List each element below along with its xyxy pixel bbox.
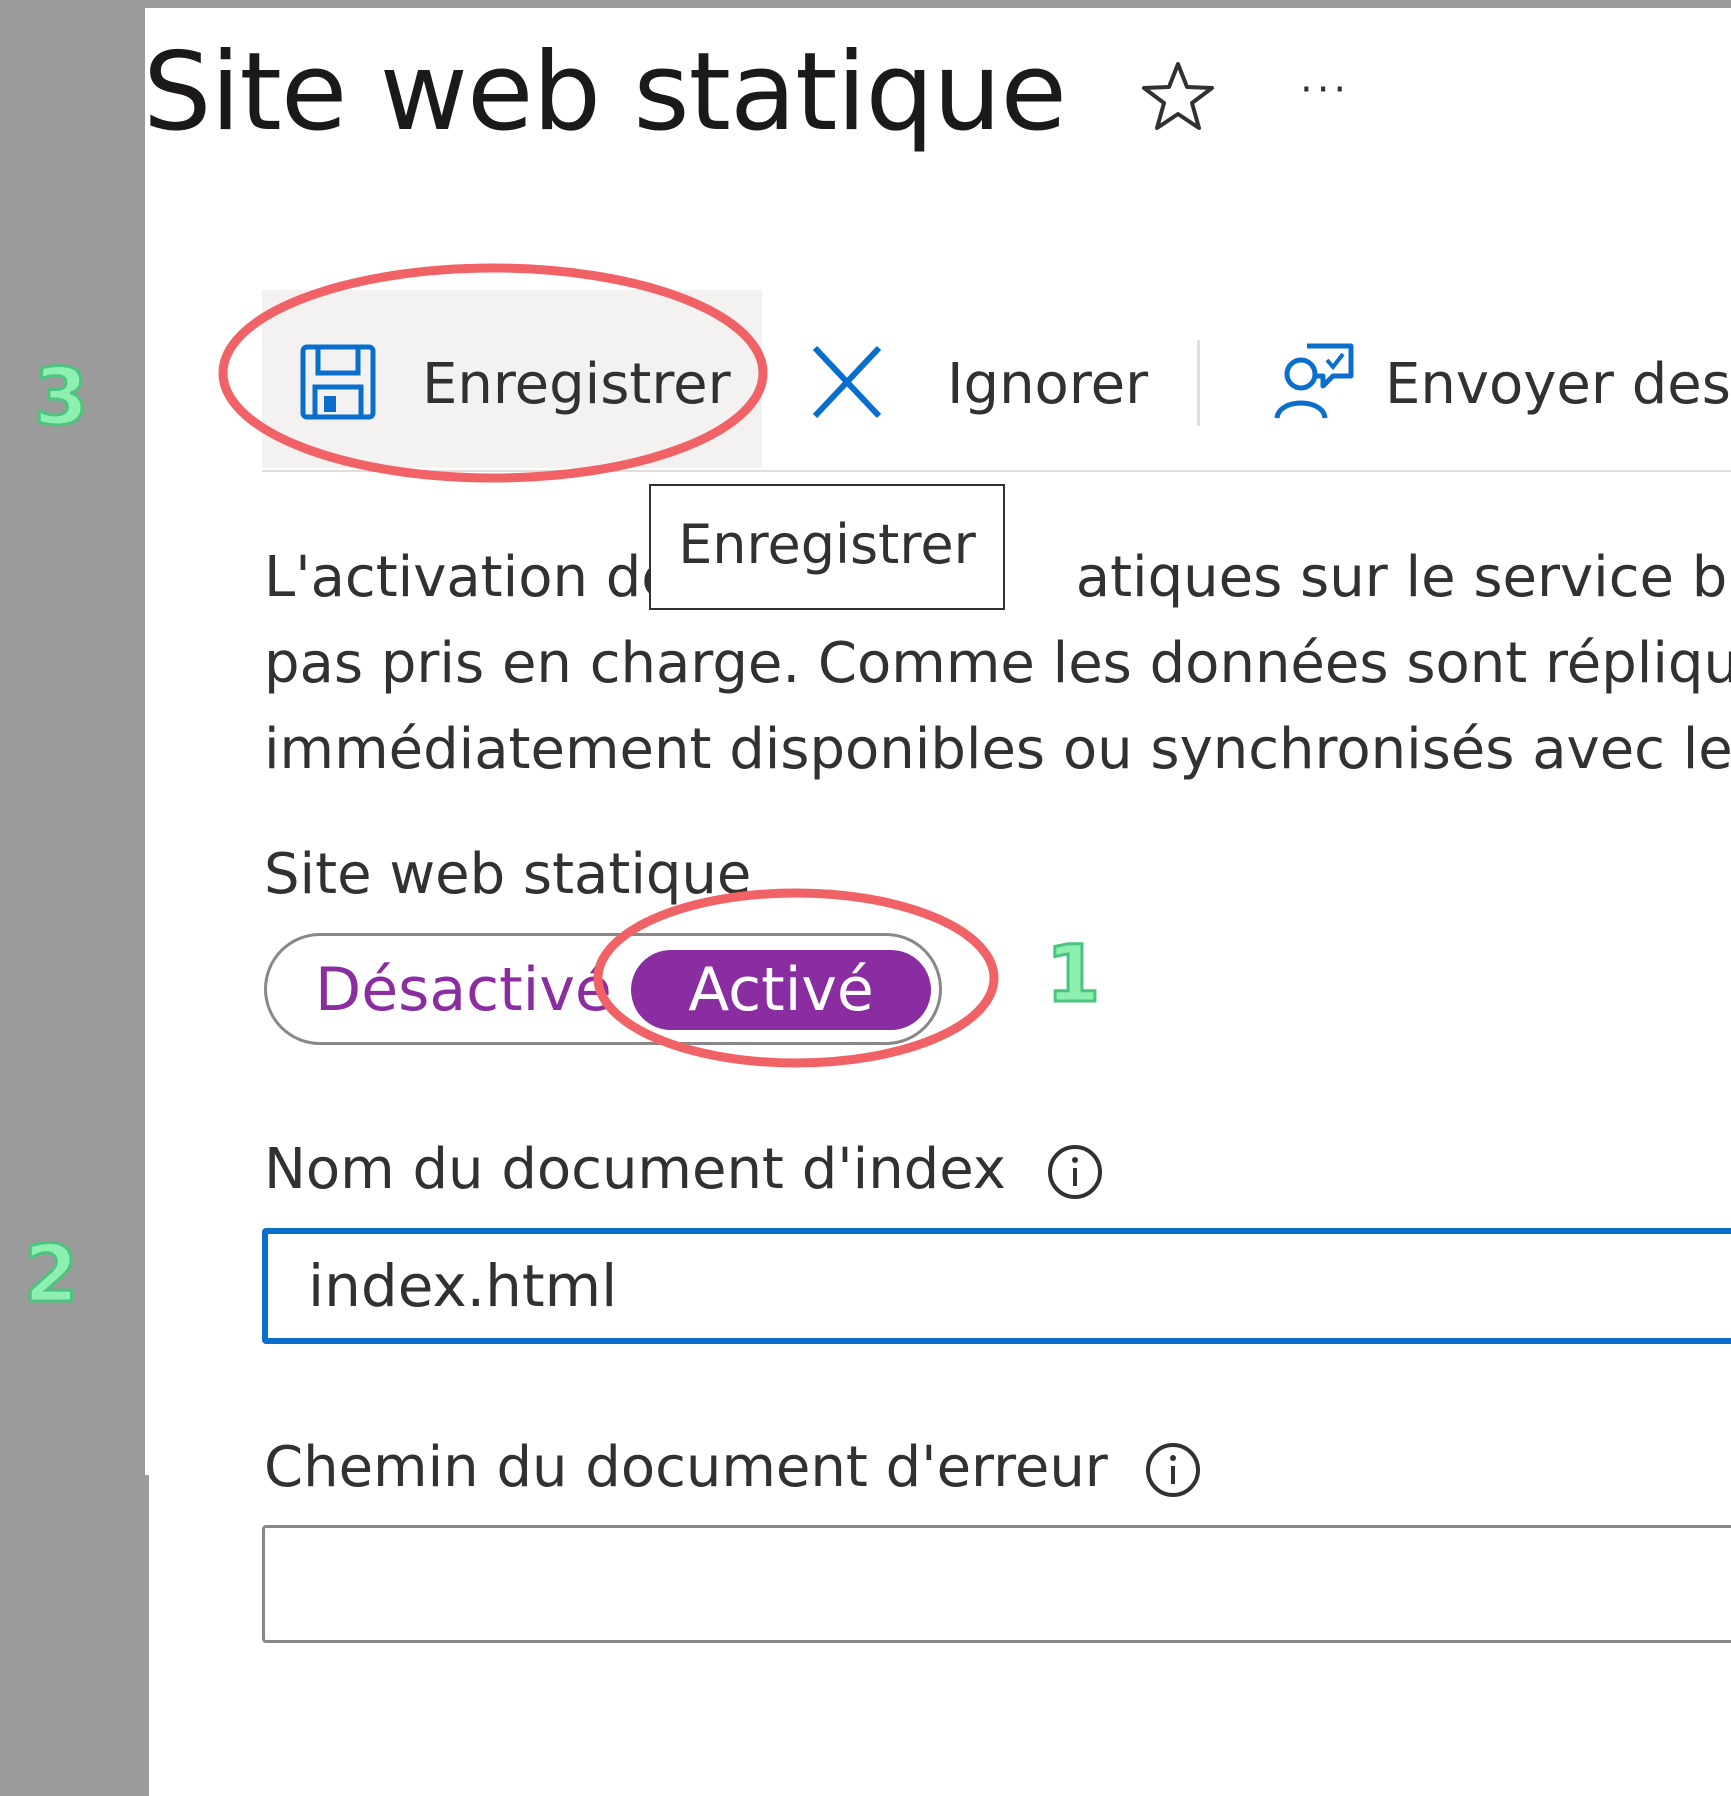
info-line-2: pas pris en charge. Comme les données so… [264, 631, 1731, 696]
feedback-icon [1274, 343, 1354, 419]
left-gray-notch [145, 1475, 149, 1796]
command-divider [1197, 340, 1200, 426]
save-button[interactable]: Enregistrer [262, 290, 762, 468]
more-options-icon[interactable]: ··· [1300, 70, 1350, 110]
feedback-button[interactable]: Envoyer des [1247, 290, 1731, 468]
error-document-input[interactable] [262, 1525, 1731, 1643]
star-icon[interactable] [1138, 56, 1218, 136]
feedback-button-label: Envoyer des [1385, 352, 1731, 417]
info-line-3: immédiatement disponibles ou synchronisé… [264, 717, 1731, 782]
save-button-label: Enregistrer [422, 352, 731, 417]
static-website-toggle[interactable]: Désactivé Activé [264, 933, 942, 1045]
toggle-option-disabled[interactable]: Désactivé [315, 952, 612, 1028]
static-website-label: Site web statique [264, 842, 752, 907]
save-tooltip: Enregistrer [649, 484, 1005, 610]
command-bar: Enregistrer Ignorer Envoyer des [262, 290, 1731, 472]
save-icon [300, 344, 376, 420]
top-gray-strip [0, 0, 1731, 8]
close-icon [812, 345, 882, 419]
page-title: Site web statique [145, 30, 1067, 155]
info-icon[interactable] [1045, 1142, 1105, 1202]
step-number-3: 3 [32, 352, 89, 445]
step-number-1: 1 [1044, 929, 1101, 1022]
info-icon[interactable] [1143, 1440, 1203, 1500]
step-number-2: 2 [22, 1229, 79, 1322]
ignore-button[interactable]: Ignorer [787, 290, 1148, 468]
index-document-input[interactable] [262, 1228, 1731, 1344]
index-document-label: Nom du document d'index [264, 1137, 1006, 1202]
toggle-option-enabled[interactable]: Activé [631, 950, 931, 1030]
error-document-label: Chemin du document d'erreur [264, 1435, 1108, 1500]
ignore-button-label: Ignorer [947, 352, 1149, 417]
static-website-panel: Site web statique ··· Enregistrer Ignore… [145, 8, 1731, 1796]
